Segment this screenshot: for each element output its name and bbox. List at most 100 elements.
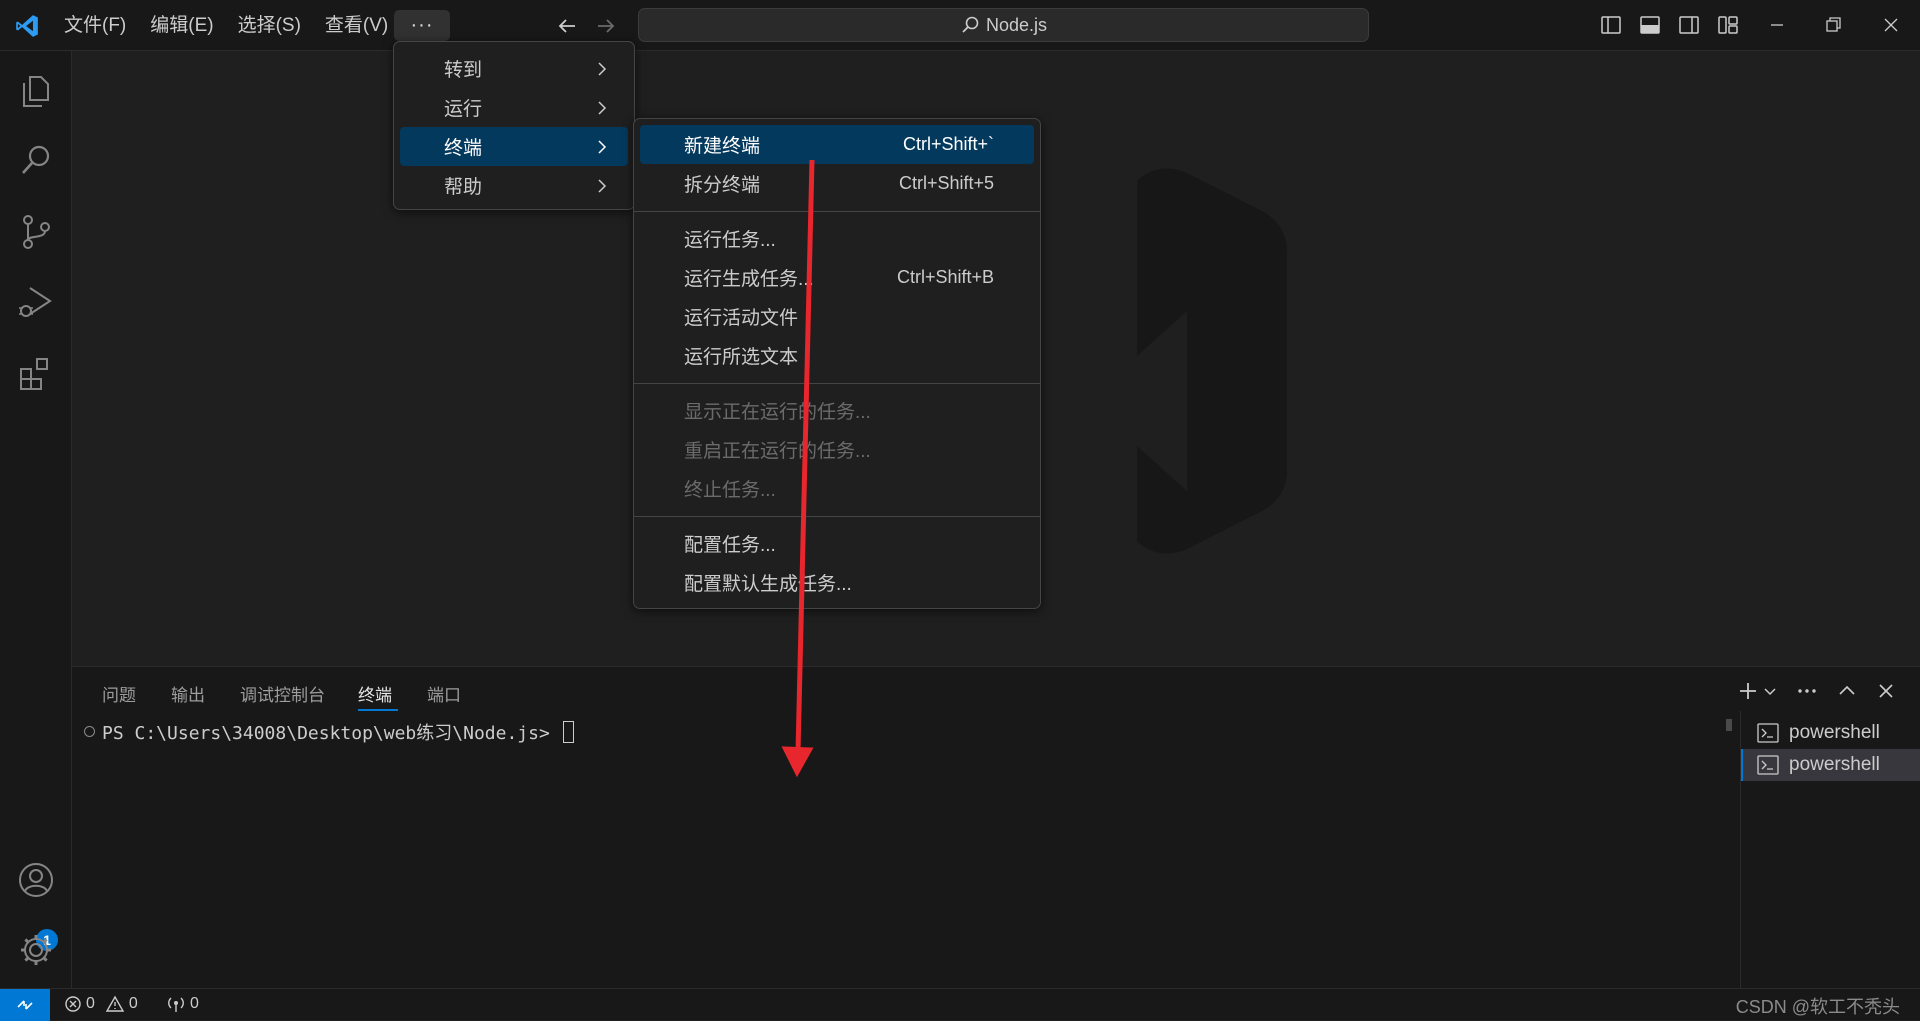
forwarded-ports-status[interactable]: 0 xyxy=(166,995,199,1013)
vscode-watermark-icon xyxy=(1087,168,1287,554)
close-panel-icon[interactable] xyxy=(1874,679,1898,703)
run-and-debug-icon[interactable] xyxy=(13,279,59,325)
error-icon xyxy=(65,996,81,1012)
terminal-icon xyxy=(1757,755,1779,775)
command-center-text: Node.js xyxy=(985,14,1048,35)
more-menu-button[interactable]: ··· xyxy=(394,10,450,41)
terminal-cursor xyxy=(562,721,574,743)
menu-item-label: 重启正在运行的任务... xyxy=(684,441,871,462)
menu-item-label: 运行任务... xyxy=(684,230,776,251)
menu-item-run-selected-text[interactable]: 运行所选文本 xyxy=(640,336,1034,375)
menu-item-run-active-file[interactable]: 运行活动文件 xyxy=(640,297,1034,336)
menu-bar: 文件(F) 编辑(E) 选择(S) 查看(V) xyxy=(52,0,400,51)
terminal-list-item-selected[interactable]: powershell xyxy=(1741,749,1920,781)
minimize-window-icon[interactable] xyxy=(1766,14,1788,36)
back-arrow-icon[interactable] xyxy=(553,12,581,40)
forward-arrow-icon[interactable] xyxy=(592,12,620,40)
menu-item-shortcut: Ctrl+Shift+B xyxy=(896,267,994,287)
customize-layout-icon[interactable] xyxy=(1717,14,1739,36)
csdn-watermark: CSDN @软工不秃头 xyxy=(1735,997,1900,1017)
tab-ports[interactable]: 端口 xyxy=(427,681,461,706)
terminal-list: powershell powershell xyxy=(1741,717,1920,781)
search-icon xyxy=(962,16,979,33)
menu-view[interactable]: 查看(V) xyxy=(313,9,400,43)
tab-terminal[interactable]: 终端 xyxy=(358,681,392,706)
menu-item-new-terminal[interactable]: 新建终端 Ctrl+Shift+` xyxy=(640,125,1034,164)
terminal-scrollbar[interactable] xyxy=(1726,719,1732,731)
tab-debug-console[interactable]: 调试控制台 xyxy=(240,681,325,706)
problems-status[interactable]: 0 0 xyxy=(64,995,138,1013)
menu-item-label: 转到 xyxy=(444,60,483,81)
tab-problems[interactable]: 问题 xyxy=(102,681,136,706)
menu-item-configure-default-build-task[interactable]: 配置默认生成任务... xyxy=(640,563,1034,602)
menu-item-help[interactable]: 帮助 xyxy=(400,166,628,205)
menu-item-restart-running-task: 重启正在运行的任务... xyxy=(640,430,1034,469)
menu-item-label: 新建终端 xyxy=(684,136,761,157)
terminal-list-item[interactable]: powershell xyxy=(1741,717,1920,749)
menu-item-run[interactable]: 运行 xyxy=(400,88,628,127)
menu-item-goto[interactable]: 转到 xyxy=(400,49,628,88)
menu-item-terminal[interactable]: 终端 xyxy=(400,127,628,166)
accounts-icon[interactable] xyxy=(13,857,59,903)
menu-item-label: 终止任务... xyxy=(684,480,776,501)
menu-separator xyxy=(634,516,1040,517)
activity-bar: 1 xyxy=(0,51,72,988)
menu-item-shortcut: Ctrl+Shift+` xyxy=(902,134,994,154)
toggle-secondary-sidebar-icon[interactable] xyxy=(1678,14,1700,36)
menu-item-label: 运行生成任务... xyxy=(684,269,814,290)
overflow-menu: 转到 运行 终端 帮助 xyxy=(393,41,635,210)
terminal-name: powershell xyxy=(1789,754,1880,775)
restore-window-icon[interactable] xyxy=(1822,14,1844,36)
explorer-icon[interactable] xyxy=(13,67,59,113)
toggle-panel-icon[interactable] xyxy=(1639,14,1661,36)
ports-count: 0 xyxy=(190,995,199,1012)
menu-separator xyxy=(634,383,1040,384)
bottom-panel: 问题 输出 调试控制台 终端 端口 PS C:\Users\34008\Desk… xyxy=(72,666,1920,989)
menu-item-run-task[interactable]: 运行任务... xyxy=(640,219,1034,258)
command-decoration-icon xyxy=(84,726,95,737)
menu-item-show-running-tasks: 显示正在运行的任务... xyxy=(640,391,1034,430)
chevron-down-icon[interactable] xyxy=(1762,679,1778,703)
extensions-icon[interactable] xyxy=(13,351,59,397)
chevron-right-icon xyxy=(598,179,607,193)
command-center-search[interactable]: Node.js xyxy=(638,8,1369,42)
gear-icon[interactable] xyxy=(13,927,59,973)
menu-item-shortcut: Ctrl+Shift+5 xyxy=(898,173,994,193)
menu-item-configure-tasks[interactable]: 配置任务... xyxy=(640,524,1034,563)
menu-item-label: 运行活动文件 xyxy=(684,308,799,329)
terminal-prompt-line[interactable]: PS C:\Users\34008\Desktop\web练习\Node.js> xyxy=(102,719,574,745)
maximize-panel-chevron-up-icon[interactable] xyxy=(1835,679,1859,703)
source-control-icon[interactable] xyxy=(13,209,59,255)
terminal-submenu: 新建终端 Ctrl+Shift+` 拆分终端 Ctrl+Shift+5 运行任务… xyxy=(633,118,1041,609)
status-bar: 0 0 0 CSDN @软工不秃头 xyxy=(0,988,1920,1021)
menu-item-label: 配置默认生成任务... xyxy=(684,574,852,595)
menu-file[interactable]: 文件(F) xyxy=(52,9,138,43)
warning-icon xyxy=(105,995,125,1012)
error-count: 0 xyxy=(86,995,95,1012)
menu-item-split-terminal[interactable]: 拆分终端 Ctrl+Shift+5 xyxy=(640,164,1034,203)
toggle-primary-sidebar-icon[interactable] xyxy=(1600,14,1622,36)
menu-separator xyxy=(634,211,1040,212)
menu-item-run-build-task[interactable]: 运行生成任务... Ctrl+Shift+B xyxy=(640,258,1034,297)
title-bar: 文件(F) 编辑(E) 选择(S) 查看(V) ··· Node.js xyxy=(0,0,1920,51)
new-terminal-plus-icon[interactable] xyxy=(1736,679,1760,703)
chevron-right-icon xyxy=(598,140,607,154)
menu-edit[interactable]: 编辑(E) xyxy=(138,9,225,43)
remote-indicator-button[interactable] xyxy=(0,989,50,1021)
chevron-right-icon xyxy=(598,101,607,115)
vscode-logo-icon xyxy=(16,15,38,37)
more-actions-icon[interactable] xyxy=(1795,679,1819,703)
close-window-icon[interactable] xyxy=(1880,14,1902,36)
tab-output[interactable]: 输出 xyxy=(171,681,205,706)
remote-icon xyxy=(17,1000,33,1010)
menu-item-label: 帮助 xyxy=(444,177,483,198)
chevron-right-icon xyxy=(598,62,607,76)
menu-item-label: 运行所选文本 xyxy=(684,347,799,368)
menu-item-terminate-task: 终止任务... xyxy=(640,469,1034,508)
active-tab-indicator xyxy=(358,709,398,711)
menu-item-label: 运行 xyxy=(444,99,483,120)
menu-selection[interactable]: 选择(S) xyxy=(226,9,313,43)
menu-item-label: 终端 xyxy=(444,138,483,159)
menu-item-label: 显示正在运行的任务... xyxy=(684,402,871,423)
search-icon[interactable] xyxy=(13,137,59,183)
